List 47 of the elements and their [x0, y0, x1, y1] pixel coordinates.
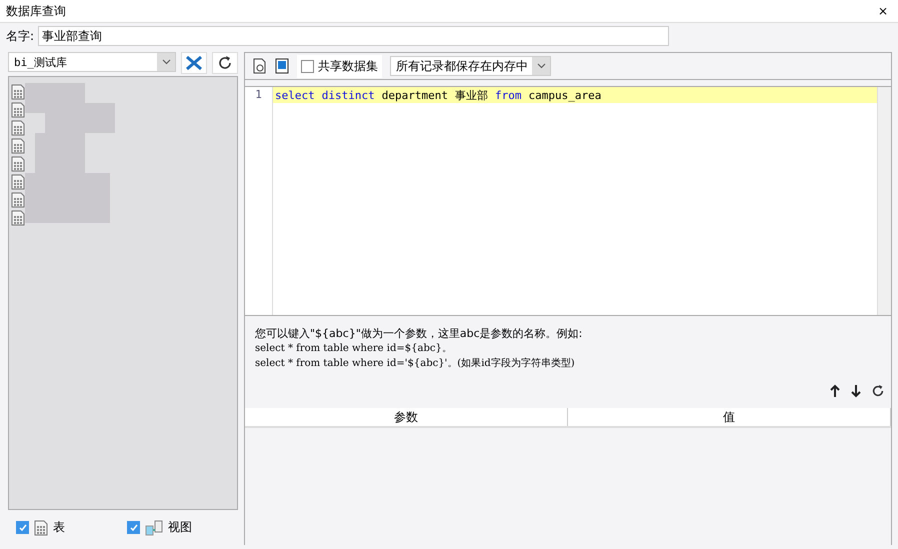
- table-icon: [11, 192, 25, 208]
- refresh-icon: [217, 55, 233, 71]
- line-number: 1: [254, 88, 263, 101]
- window-title: 数据库查询: [6, 2, 66, 20]
- code-token: select: [275, 88, 315, 102]
- code-token: distinct: [322, 88, 375, 102]
- column-header[interactable]: 参数: [245, 408, 568, 426]
- table-icon: [34, 520, 48, 536]
- preview-icon[interactable]: [253, 58, 267, 74]
- help-text: 您可以键入"${abc}"做为一个参数，这里abc是参数的名称。例如:: [255, 326, 584, 341]
- table-icon: [11, 84, 25, 100]
- move-up-icon[interactable]: [829, 384, 841, 398]
- help-text: select * from table where id='${abc}'。(如果id字段为字符串类型): [255, 356, 576, 371]
- close-button[interactable]: ×: [874, 2, 892, 20]
- column-header[interactable]: 值: [568, 408, 891, 426]
- table-icon: [11, 138, 25, 154]
- cache-select[interactable]: 所有记录都保存在内存中: [390, 56, 551, 76]
- view-icon: [145, 520, 163, 536]
- code-token: from: [494, 88, 522, 102]
- tools-button[interactable]: [181, 52, 207, 74]
- checkmark-icon: [18, 522, 28, 532]
- filter-label: 视图: [168, 519, 192, 536]
- database-select[interactable]: bi_测试库: [8, 52, 176, 72]
- scrollbar[interactable]: [877, 87, 891, 315]
- table-icon: [11, 102, 25, 118]
- filter-label: 表: [53, 519, 65, 536]
- name-label: 名字:: [6, 28, 34, 44]
- refresh-icon[interactable]: [871, 384, 885, 398]
- table-icon: [11, 174, 25, 190]
- table-icon: [11, 156, 25, 172]
- name-field[interactable]: 事业部查询: [38, 26, 670, 46]
- checkbox[interactable]: [16, 521, 29, 534]
- code-token: 事业部: [454, 88, 488, 102]
- checkbox[interactable]: [301, 60, 314, 72]
- table-icon: [11, 210, 25, 226]
- code-token: department: [382, 88, 448, 102]
- caret-icon: [162, 59, 170, 65]
- checkbox[interactable]: [127, 521, 140, 534]
- share-label: 共享数据集: [318, 58, 378, 74]
- help-text: select * from table where id=${abc}。: [255, 342, 453, 356]
- caret-icon: [536, 63, 546, 69]
- table-icon: [11, 120, 25, 136]
- refresh-button[interactable]: [212, 52, 238, 74]
- code-token: campus_area: [528, 88, 602, 102]
- save-icon[interactable]: [275, 58, 289, 74]
- checkmark-icon: [128, 522, 138, 532]
- move-down-icon[interactable]: [850, 384, 862, 398]
